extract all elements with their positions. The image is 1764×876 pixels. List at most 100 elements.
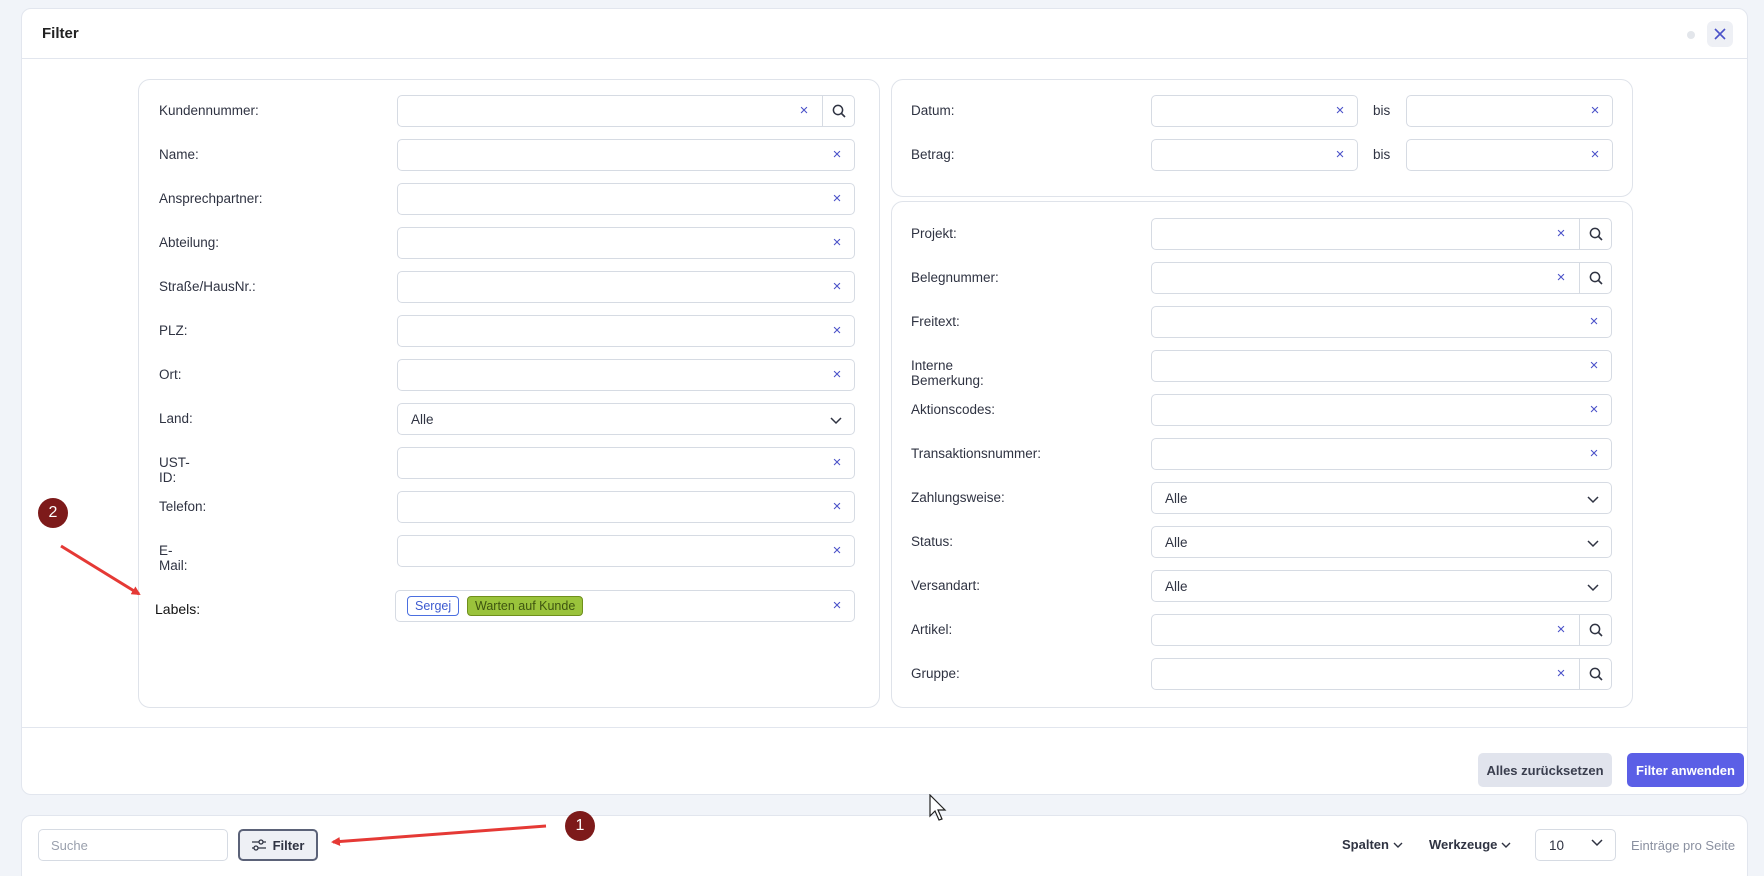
search-icon[interactable] [1579, 219, 1611, 249]
name-label: Name: [159, 147, 199, 162]
per-page-label: Einträge pro Seite [1631, 838, 1736, 853]
abteilung-field[interactable]: × [397, 227, 855, 259]
chevron-down-icon [1393, 842, 1403, 848]
chevron-down-icon [1501, 842, 1511, 848]
ust-id-label: UST-ID: [159, 455, 190, 485]
status-label: Status: [911, 534, 954, 549]
transaktionsnummer-label: Transaktionsnummer: [911, 446, 1042, 461]
apply-filter-button[interactable]: Filter anwenden [1627, 753, 1744, 787]
projekt-field[interactable]: × [1151, 218, 1612, 250]
clear-icon[interactable]: × [829, 498, 845, 516]
search-icon[interactable] [822, 96, 854, 126]
labels-field[interactable]: Sergej Warten auf Kunde × [395, 590, 855, 622]
columns-menu-label: Spalten [1342, 837, 1389, 852]
clear-icon[interactable]: × [1586, 445, 1602, 463]
freitext-label: Freitext: [911, 314, 960, 329]
search-input[interactable] [38, 829, 228, 861]
clear-icon[interactable]: × [796, 102, 812, 120]
annotation-badge-2: 2 [38, 498, 68, 528]
clear-icon[interactable]: × [829, 542, 845, 560]
freitext-field[interactable]: × [1151, 306, 1612, 338]
gruppe-field[interactable]: × [1151, 658, 1612, 690]
search-icon[interactable] [1579, 659, 1611, 689]
chevron-down-icon [1587, 492, 1599, 507]
datum-label: Datum: [911, 103, 955, 118]
transaktionsnummer-field[interactable]: × [1151, 438, 1612, 470]
datum-to-field[interactable]: × [1406, 95, 1613, 127]
ort-label: Ort: [159, 367, 182, 382]
clear-icon[interactable]: × [829, 146, 845, 164]
aktionscodes-field[interactable]: × [1151, 394, 1612, 426]
clear-icon[interactable]: × [829, 234, 845, 252]
clear-icon[interactable]: × [1587, 102, 1603, 120]
search-icon[interactable] [1579, 615, 1611, 645]
ort-field[interactable]: × [397, 359, 855, 391]
belegnummer-label: Belegnummer: [911, 270, 999, 285]
label-tag[interactable]: Warten auf Kunde [467, 596, 584, 616]
clear-icon[interactable]: × [1586, 401, 1602, 419]
status-field[interactable]: Alle [1151, 526, 1612, 558]
artikel-field[interactable]: × [1151, 614, 1612, 646]
versandart-value: Alle [1165, 579, 1188, 594]
per-page-select[interactable]: 10 [1535, 829, 1616, 861]
close-panel-button[interactable] [1707, 21, 1733, 47]
clear-icon[interactable]: × [1332, 146, 1348, 164]
abteilung-label: Abteilung: [159, 235, 220, 250]
mouse-cursor-icon [929, 794, 947, 821]
betrag-from-field[interactable]: × [1151, 139, 1358, 171]
plz-field[interactable]: × [397, 315, 855, 347]
clear-icon[interactable]: × [829, 322, 845, 340]
belegnummer-field[interactable]: × [1151, 262, 1612, 294]
annotation-badge-1: 1 [565, 811, 595, 841]
filter-button-label: Filter [272, 837, 305, 853]
telefon-field[interactable]: × [397, 491, 855, 523]
land-value: Alle [411, 412, 434, 427]
clear-icon[interactable]: × [1332, 102, 1348, 120]
range-separator: bis [1373, 147, 1391, 162]
land-field[interactable]: Alle [397, 403, 855, 435]
reset-all-button[interactable]: Alles zurücksetzen [1478, 753, 1612, 787]
ansprechpartner-field[interactable]: × [397, 183, 855, 215]
e-mail-label: E-Mail: [159, 543, 188, 573]
footer-divider [22, 727, 1747, 728]
land-label: Land: [159, 411, 193, 426]
datum-from-field[interactable]: × [1151, 95, 1358, 127]
betrag-to-field[interactable]: × [1406, 139, 1613, 171]
search-icon[interactable] [1579, 263, 1611, 293]
chevron-down-icon [1587, 536, 1599, 551]
clear-icon[interactable]: × [1553, 621, 1569, 639]
ust-id-field[interactable]: × [397, 447, 855, 479]
filter-button[interactable]: Filter [238, 829, 318, 861]
aktionscodes-label: Aktionscodes: [911, 402, 996, 417]
per-page-value: 10 [1549, 838, 1565, 853]
label-tag[interactable]: Sergej [407, 596, 460, 616]
kundennummer-field[interactable]: × [397, 95, 855, 127]
artikel-label: Artikel: [911, 622, 953, 637]
e-mail-field[interactable]: × [397, 535, 855, 567]
clear-icon[interactable]: × [829, 366, 845, 384]
tools-menu-label: Werkzeuge [1429, 837, 1498, 852]
clear-icon[interactable]: × [1587, 146, 1603, 164]
clear-icon[interactable]: × [829, 278, 845, 296]
clear-icon[interactable]: × [1586, 357, 1602, 375]
filter-panel-header: Filter [22, 9, 1747, 59]
name-field[interactable]: × [397, 139, 855, 171]
chevron-down-icon [1591, 839, 1603, 847]
clear-icon[interactable]: × [1553, 225, 1569, 243]
close-icon [1714, 28, 1726, 40]
clear-icon[interactable]: × [1553, 269, 1569, 287]
versandart-field[interactable]: Alle [1151, 570, 1612, 602]
interne-bemerkung-field[interactable]: × [1151, 350, 1612, 382]
stra-e-hausnr-field[interactable]: × [397, 271, 855, 303]
clear-icon[interactable]: × [1586, 313, 1602, 331]
clear-icon[interactable]: × [829, 190, 845, 208]
clear-icon[interactable]: × [829, 597, 845, 615]
clear-icon[interactable]: × [1553, 665, 1569, 683]
telefon-label: Telefon: [159, 499, 207, 514]
tools-menu[interactable]: Werkzeuge [1429, 837, 1511, 852]
plz-label: PLZ: [159, 323, 188, 338]
clear-icon[interactable]: × [829, 454, 845, 472]
range-separator: bis [1373, 103, 1391, 118]
zahlungsweise-field[interactable]: Alle [1151, 482, 1612, 514]
columns-menu[interactable]: Spalten [1342, 837, 1403, 852]
